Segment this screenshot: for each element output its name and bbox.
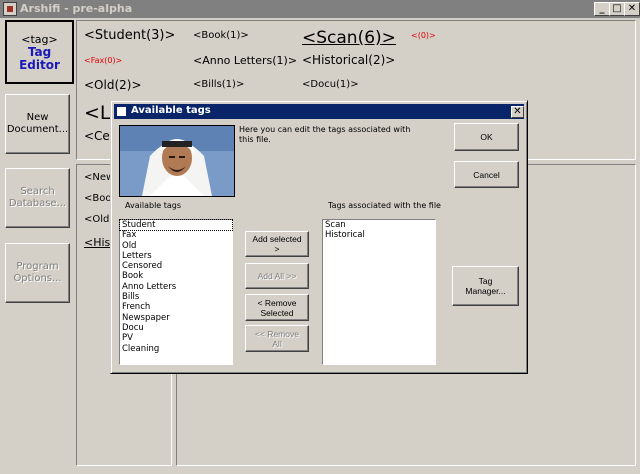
minimize-button[interactable]: _ — [594, 2, 610, 16]
program-options-label-line2: Options... — [13, 273, 62, 284]
search-database-button[interactable]: Search Database... — [5, 168, 70, 228]
tag-list-item[interactable]: Censored — [120, 261, 232, 271]
window-title: Arshifi - pre-alpha — [20, 2, 133, 15]
document-thumbnail — [119, 125, 235, 197]
tag-zero[interactable]: <(0)> — [411, 31, 436, 40]
associated-tags-list[interactable]: Scan Historical — [322, 219, 436, 365]
dialog-title: Available tags — [131, 105, 211, 116]
search-database-label-line1: Search — [20, 186, 55, 197]
recent-tag-item[interactable]: <Old( — [84, 214, 113, 225]
tag-anno-letters[interactable]: <Anno Letters(1)> — [193, 54, 297, 67]
tag-list-item[interactable]: Historical — [323, 230, 435, 240]
dialog-close-button[interactable]: ✕ — [511, 106, 524, 118]
search-database-label-line2: Database... — [8, 198, 67, 209]
remove-selected-label-line1: < Remove — [257, 297, 297, 308]
tag-list-item[interactable]: Anno Letters — [120, 282, 232, 292]
tag-list-item[interactable]: Cleaning — [120, 344, 232, 354]
remove-all-button[interactable]: << Remove All — [245, 325, 309, 352]
tag-list-item[interactable]: Old — [120, 241, 232, 251]
tag-list-item[interactable]: Scan — [323, 220, 435, 230]
available-tags-dialog: Available tags ✕ Here you can edit the t… — [110, 100, 528, 374]
tag-editor-label-line1: Tag — [27, 44, 52, 59]
remove-selected-button[interactable]: < Remove Selected — [245, 294, 309, 321]
tag-list-item[interactable]: Newspaper — [120, 313, 232, 323]
portrait-image — [120, 126, 234, 196]
dialog-icon — [117, 107, 126, 116]
cancel-button[interactable]: Cancel — [454, 161, 519, 188]
tag-list-item[interactable]: Student — [119, 218, 233, 232]
tag-scan[interactable]: <Scan(6)> — [302, 28, 396, 48]
dialog-description: Here you can edit the tags associated wi… — [239, 125, 411, 144]
tag-censored-partial[interactable]: <Ce — [84, 129, 110, 143]
tag-book[interactable]: <Book(1)> — [193, 30, 249, 41]
tag-list-item[interactable]: Bills — [120, 292, 232, 302]
add-selected-button[interactable]: Add selected > — [245, 231, 309, 257]
tag-historical[interactable]: <Historical(2)> — [302, 53, 395, 67]
new-document-label-line1: New — [26, 112, 49, 123]
tag-old[interactable]: <Old(2)> — [84, 78, 142, 92]
tag-bills[interactable]: <Bills(1)> — [193, 79, 244, 90]
tag-editor-button[interactable]: <tag> Tag Editor — [5, 20, 74, 84]
tag-fax[interactable]: <Fax(0)> — [84, 56, 122, 65]
remove-selected-label-line2: Selected — [260, 307, 294, 318]
tag-list-item[interactable]: Docu — [120, 323, 232, 333]
new-document-label-line2: Document... — [6, 124, 69, 135]
window-title-bar: Arshifi - pre-alpha _ □ ✕ — [0, 0, 640, 18]
associated-tags-label: Tags associated with the file — [328, 201, 441, 210]
close-button[interactable]: ✕ — [624, 2, 640, 16]
tag-list-item[interactable]: Book — [120, 271, 232, 281]
maximize-button[interactable]: □ — [609, 2, 625, 16]
tag-editor-tag-label: <tag> — [21, 32, 58, 46]
program-options-button[interactable]: Program Options... — [5, 243, 70, 303]
new-document-button[interactable]: New Document... — [5, 94, 70, 154]
available-tags-list[interactable]: Student Fax Old Letters Censored Book Anno Let… — [119, 218, 233, 365]
tag-list-item[interactable]: PV — [120, 333, 232, 343]
tag-list-item[interactable]: French — [120, 302, 232, 312]
app-icon — [3, 2, 17, 16]
tag-list-item[interactable]: Fax — [120, 230, 232, 240]
recent-tag-item[interactable]: <Boo — [84, 193, 111, 204]
tag-manager-button[interactable]: Tag Manager... — [452, 266, 519, 306]
available-tags-label: Available tags — [125, 201, 182, 210]
dialog-title-bar: Available tags — [114, 104, 524, 119]
program-options-label-line1: Program — [16, 261, 59, 272]
tag-editor-label-line2: Editor — [19, 57, 60, 72]
add-all-button[interactable]: Add All >> — [245, 263, 309, 289]
tag-student[interactable]: <Student(3)> — [84, 28, 175, 43]
tag-docu[interactable]: <Docu(1)> — [302, 79, 359, 90]
ok-button[interactable]: OK — [454, 123, 519, 151]
tag-list-item[interactable]: Letters — [120, 251, 232, 261]
